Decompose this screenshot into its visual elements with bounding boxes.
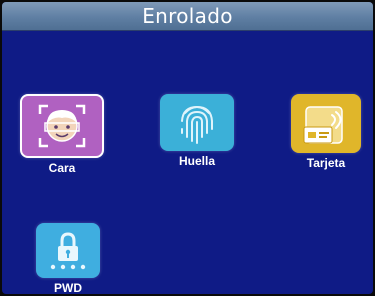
lock-icon	[50, 231, 86, 269]
card-icon	[303, 105, 343, 144]
tile-label-huella: Huella	[178, 154, 215, 168]
tile-pwd[interactable]: PWD	[25, 223, 111, 294]
cara-button[interactable]	[20, 94, 104, 158]
device-screen: Enrolado Cara Huella Tarjeta PWD	[2, 2, 373, 294]
pwd-button[interactable]	[36, 223, 100, 278]
fingerprint-icon	[181, 105, 213, 144]
tile-label-pwd: PWD	[54, 281, 82, 294]
tarjeta-button[interactable]	[291, 94, 361, 153]
huella-button[interactable]	[160, 94, 234, 151]
tile-label-cara: Cara	[48, 161, 76, 175]
page-title: Enrolado	[142, 4, 233, 28]
tile-tarjeta[interactable]: Tarjeta	[283, 94, 369, 170]
tile-huella[interactable]: Huella	[154, 94, 240, 168]
tile-label-tarjeta: Tarjeta	[306, 156, 346, 170]
face-icon	[38, 104, 86, 148]
title-bar: Enrolado	[2, 2, 373, 31]
tile-cara[interactable]: Cara	[19, 94, 105, 175]
